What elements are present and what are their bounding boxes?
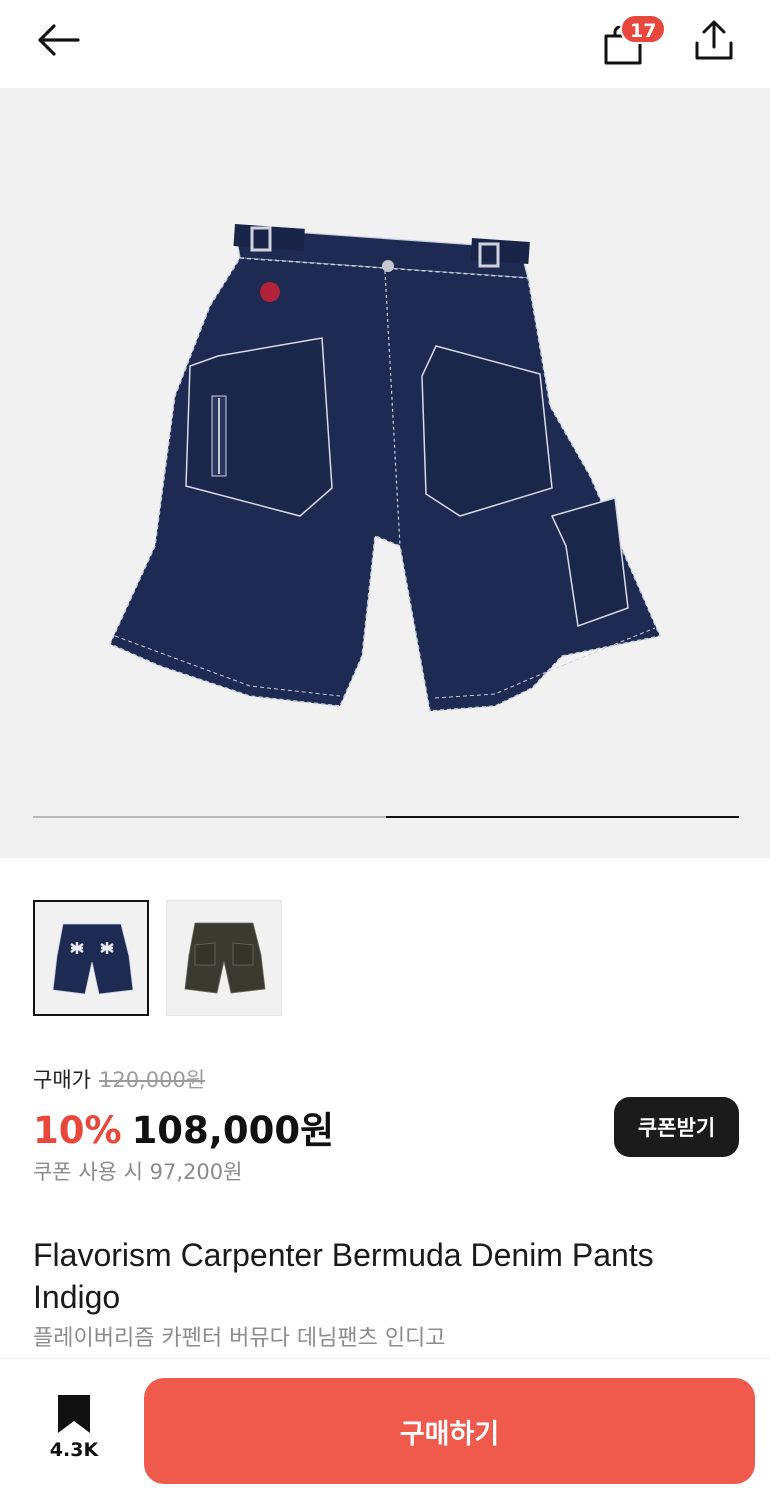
share-button[interactable] (688, 16, 740, 68)
discount-rate: 10% (33, 1109, 122, 1152)
bookmark-button[interactable]: 4.3K (38, 1393, 110, 1465)
product-image-carousel[interactable] (0, 88, 770, 858)
top-bar: 17 (0, 0, 770, 88)
thumbnail-black-image (184, 922, 266, 994)
thumbnail-indigo[interactable] (33, 900, 149, 1016)
arrow-left-icon (36, 23, 80, 61)
bookmark-count: 4.3K (49, 1439, 99, 1461)
sale-price: 108,000원 (131, 1109, 335, 1152)
carousel-progress (33, 816, 739, 818)
bookmark-icon (58, 1395, 90, 1433)
price-label: 구매가 (33, 1068, 91, 1092)
original-price: 120,000원 (98, 1068, 206, 1092)
thumbnail-strip (33, 900, 282, 1016)
coupon-price: 쿠폰 사용 시 97,200원 (33, 1160, 243, 1184)
cart-count-badge: 17 (620, 14, 667, 44)
product-image (109, 224, 662, 712)
back-button[interactable] (30, 18, 86, 66)
sale-price-row: 10% 108,000원 (33, 1100, 334, 1154)
cart-button[interactable]: 17 (596, 14, 667, 70)
thumbnail-indigo-image (52, 923, 134, 995)
share-icon (694, 19, 734, 65)
buy-button[interactable]: 구매하기 (144, 1378, 755, 1484)
product-name-korean: 플레이버리즘 카펜터 버뮤다 데님팬츠 인디고 (33, 1326, 446, 1351)
carousel-progress-fill (386, 816, 739, 818)
product-name-english: Flavorism Carpenter Bermuda Denim Pants … (33, 1237, 654, 1315)
thumbnail-black[interactable] (166, 900, 282, 1016)
price-label-row: 구매가 120,000원 (33, 1064, 205, 1094)
bottom-action-bar: 4.3K 구매하기 (0, 1358, 770, 1500)
get-coupon-button[interactable]: 쿠폰받기 (614, 1097, 739, 1157)
